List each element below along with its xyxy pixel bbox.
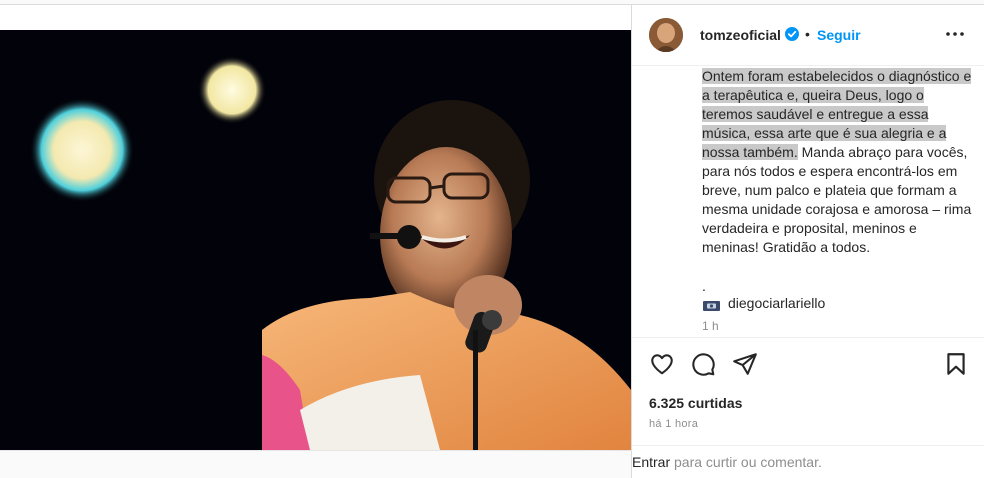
camera-flag-icon	[703, 298, 720, 311]
verified-badge-icon	[785, 27, 799, 41]
follow-button[interactable]: Seguir	[817, 27, 861, 43]
caption-dot: .	[702, 278, 706, 294]
photo-credit-handle[interactable]: diegociarlariello	[728, 295, 825, 311]
heart-icon[interactable]	[649, 351, 675, 377]
bookmark-icon[interactable]	[943, 351, 969, 377]
more-options-icon[interactable]	[944, 25, 966, 43]
comment-prompt-text: para curtir ou comentar.	[670, 454, 822, 470]
photo-credit: diegociarlariello	[703, 295, 825, 311]
avatar-image	[649, 18, 683, 52]
caption-text: Manda abraço para vocês, para nós todos …	[702, 144, 972, 255]
actions-divider	[632, 337, 984, 338]
concert-photo	[0, 30, 631, 450]
media-bottom-bar	[0, 450, 631, 478]
comment-icon[interactable]	[690, 351, 716, 377]
share-icon[interactable]	[732, 351, 758, 377]
post-caption: Ontem foram estabelecidos o diagnóstico …	[702, 67, 972, 257]
post-photo[interactable]	[0, 30, 631, 450]
post-timestamp: há 1 hora	[649, 418, 699, 430]
post-side-panel: tomzeoficial • Seguir Ontem foram estabe…	[632, 5, 984, 478]
post-header: tomzeoficial • Seguir	[632, 5, 984, 66]
avatar[interactable]	[649, 18, 683, 52]
login-link[interactable]: Entrar	[632, 454, 670, 470]
comment-divider	[632, 445, 984, 446]
comment-prompt: Entrar para curtir ou comentar.	[632, 454, 822, 470]
username-link[interactable]: tomzeoficial	[700, 27, 781, 43]
likes-count[interactable]: 6.325 curtidas	[649, 395, 742, 411]
caption-timestamp: 1 h	[702, 319, 719, 333]
header-separator: •	[805, 26, 810, 42]
